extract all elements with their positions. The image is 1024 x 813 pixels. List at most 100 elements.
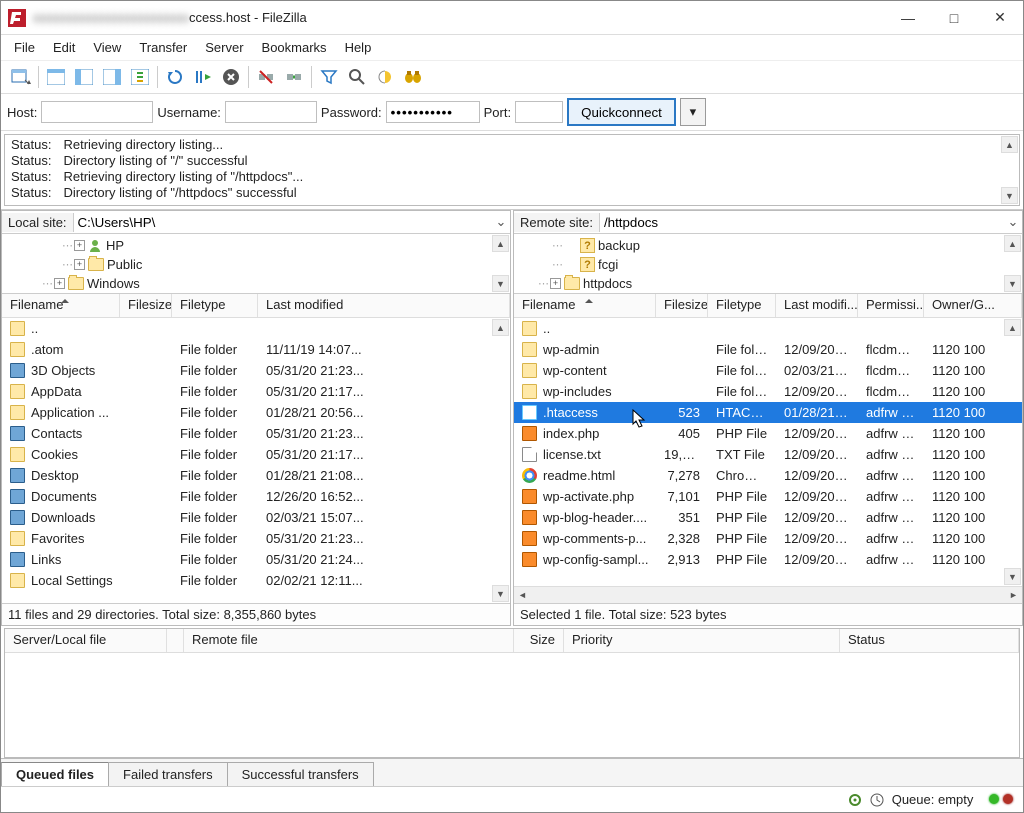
file-row[interactable]: wp-contentFile folder02/03/21 1...flcdmp…	[514, 360, 1022, 381]
file-row[interactable]: Local SettingsFile folder02/02/21 12:11.…	[2, 570, 510, 591]
menu-view[interactable]: View	[84, 37, 130, 58]
host-input[interactable]	[41, 101, 153, 123]
scroll-up-icon[interactable]: ▲	[1004, 235, 1021, 252]
menu-transfer[interactable]: Transfer	[130, 37, 196, 58]
col-server-local[interactable]: Server/Local file	[5, 629, 167, 652]
scroll-up-icon[interactable]: ▲	[1001, 136, 1018, 153]
file-row[interactable]: wp-adminFile folder12/09/20 1...flcdmpe …	[514, 339, 1022, 360]
username-input[interactable]	[225, 101, 317, 123]
file-row[interactable]: wp-config-sampl...2,913PHP File12/09/20 …	[514, 549, 1022, 570]
tab-queued-files[interactable]: Queued files	[1, 762, 109, 786]
cancel-icon[interactable]	[218, 65, 244, 89]
scroll-down-icon[interactable]: ▼	[1001, 187, 1018, 204]
col-permissions[interactable]: Permissi...	[858, 294, 924, 317]
local-file-list[interactable]: Filename Filesize Filetype Last modified…	[2, 294, 510, 603]
tree-item[interactable]: ⋯?backup	[514, 236, 1022, 255]
scroll-down-icon[interactable]: ▼	[492, 275, 509, 292]
tree-item[interactable]: ⋯+HP	[2, 236, 510, 255]
expand-icon[interactable]: +	[74, 259, 85, 270]
file-row[interactable]: Application ...File folder01/28/21 20:56…	[2, 402, 510, 423]
file-row[interactable]: ContactsFile folder05/31/20 21:23...	[2, 423, 510, 444]
col-remote-file[interactable]: Remote file	[184, 629, 514, 652]
tab-failed-transfers[interactable]: Failed transfers	[108, 762, 228, 786]
remote-path-input[interactable]	[600, 211, 1004, 233]
binoculars-icon[interactable]	[400, 65, 426, 89]
menu-server[interactable]: Server	[196, 37, 252, 58]
scroll-up-icon[interactable]: ▲	[1004, 319, 1021, 336]
col-modified[interactable]: Last modifi...	[776, 294, 858, 317]
expand-icon[interactable]: +	[550, 278, 561, 289]
local-tree[interactable]: ▲ ▼ ⋯+HP⋯+Public⋯+Windows	[2, 234, 510, 294]
menu-edit[interactable]: Edit	[44, 37, 84, 58]
close-button[interactable]: ✕	[977, 3, 1023, 33]
scroll-up-icon[interactable]: ▲	[492, 235, 509, 252]
file-row[interactable]: wp-comments-p...2,328PHP File12/09/20 1.…	[514, 528, 1022, 549]
scroll-down-icon[interactable]: ▼	[492, 585, 509, 602]
site-manager-icon[interactable]	[8, 65, 34, 89]
transfer-queue[interactable]: Server/Local file Remote file Size Prior…	[4, 628, 1020, 758]
col-size[interactable]: Size	[514, 629, 564, 652]
col-filetype[interactable]: Filetype	[708, 294, 776, 317]
scroll-right-icon[interactable]: ►	[1005, 590, 1022, 600]
process-queue-icon[interactable]	[190, 65, 216, 89]
expand-icon[interactable]: +	[74, 240, 85, 251]
col-filesize[interactable]: Filesize	[120, 294, 172, 317]
minimize-button[interactable]: —	[885, 3, 931, 33]
file-row[interactable]: CookiesFile folder05/31/20 21:17...	[2, 444, 510, 465]
file-row[interactable]: wp-includesFile folder12/09/20 1...flcdm…	[514, 381, 1022, 402]
password-input[interactable]	[386, 101, 480, 123]
refresh-icon[interactable]	[162, 65, 188, 89]
file-row[interactable]: .htaccess523HTACCE...01/28/21 1...adfrw …	[514, 402, 1022, 423]
reconnect-icon[interactable]	[281, 65, 307, 89]
col-filename[interactable]: Filename	[2, 294, 120, 317]
remote-tree[interactable]: ▲ ▼ ⋯?backup⋯?fcgi⋯+httpdocs	[514, 234, 1022, 294]
col-modified[interactable]: Last modified	[258, 294, 510, 317]
file-row[interactable]: LinksFile folder05/31/20 21:24...	[2, 549, 510, 570]
file-row[interactable]: readme.html7,278Chrome ...12/09/20 1...a…	[514, 465, 1022, 486]
file-row[interactable]: .atomFile folder11/11/19 14:07...	[2, 339, 510, 360]
tree-item[interactable]: ⋯?fcgi	[514, 255, 1022, 274]
local-path-input[interactable]	[74, 211, 492, 233]
file-row[interactable]: wp-blog-header....351PHP File12/09/20 1.…	[514, 507, 1022, 528]
file-row[interactable]: ..	[514, 318, 1022, 339]
menu-file[interactable]: File	[5, 37, 44, 58]
quickconnect-dropdown[interactable]: ▾	[680, 98, 706, 126]
file-row[interactable]: 3D ObjectsFile folder05/31/20 21:23...	[2, 360, 510, 381]
compare-icon[interactable]	[372, 65, 398, 89]
col-filetype[interactable]: Filetype	[172, 294, 258, 317]
clock-icon[interactable]	[870, 793, 884, 807]
scroll-up-icon[interactable]: ▲	[492, 319, 509, 336]
file-row[interactable]: DownloadsFile folder02/03/21 15:07...	[2, 507, 510, 528]
file-row[interactable]: FavoritesFile folder05/31/20 21:23...	[2, 528, 510, 549]
file-row[interactable]: license.txt19,915TXT File12/09/20 1...ad…	[514, 444, 1022, 465]
search-icon[interactable]	[344, 65, 370, 89]
scroll-down-icon[interactable]: ▼	[1004, 275, 1021, 292]
gear-icon[interactable]	[848, 793, 862, 807]
maximize-button[interactable]: □	[931, 3, 977, 33]
disconnect-icon[interactable]	[253, 65, 279, 89]
file-row[interactable]: DocumentsFile folder12/26/20 16:52...	[2, 486, 510, 507]
toggle-log-icon[interactable]	[43, 65, 69, 89]
menu-help[interactable]: Help	[336, 37, 381, 58]
tree-item[interactable]: ⋯+Public	[2, 255, 510, 274]
port-input[interactable]	[515, 101, 563, 123]
file-row[interactable]: ..	[2, 318, 510, 339]
toggle-local-tree-icon[interactable]	[71, 65, 97, 89]
toggle-queue-icon[interactable]	[127, 65, 153, 89]
col-status[interactable]: Status	[840, 629, 1019, 652]
col-filesize[interactable]: Filesize	[656, 294, 708, 317]
toggle-remote-tree-icon[interactable]	[99, 65, 125, 89]
filter-icon[interactable]	[316, 65, 342, 89]
expand-icon[interactable]: +	[54, 278, 65, 289]
col-filename[interactable]: Filename	[514, 294, 656, 317]
tree-item[interactable]: ⋯+httpdocs	[514, 274, 1022, 293]
remote-file-list[interactable]: Filename Filesize Filetype Last modifi..…	[514, 294, 1022, 603]
col-priority[interactable]: Priority	[564, 629, 840, 652]
remote-path-drop-icon[interactable]: ⌄	[1004, 214, 1022, 230]
file-row[interactable]: AppDataFile folder05/31/20 21:17...	[2, 381, 510, 402]
scroll-left-icon[interactable]: ◄	[514, 590, 531, 600]
col-direction[interactable]	[167, 629, 184, 652]
tree-item[interactable]: ⋯+Windows	[2, 274, 510, 293]
tab-successful-transfers[interactable]: Successful transfers	[227, 762, 374, 786]
file-row[interactable]: index.php405PHP File12/09/20 1...adfrw (…	[514, 423, 1022, 444]
